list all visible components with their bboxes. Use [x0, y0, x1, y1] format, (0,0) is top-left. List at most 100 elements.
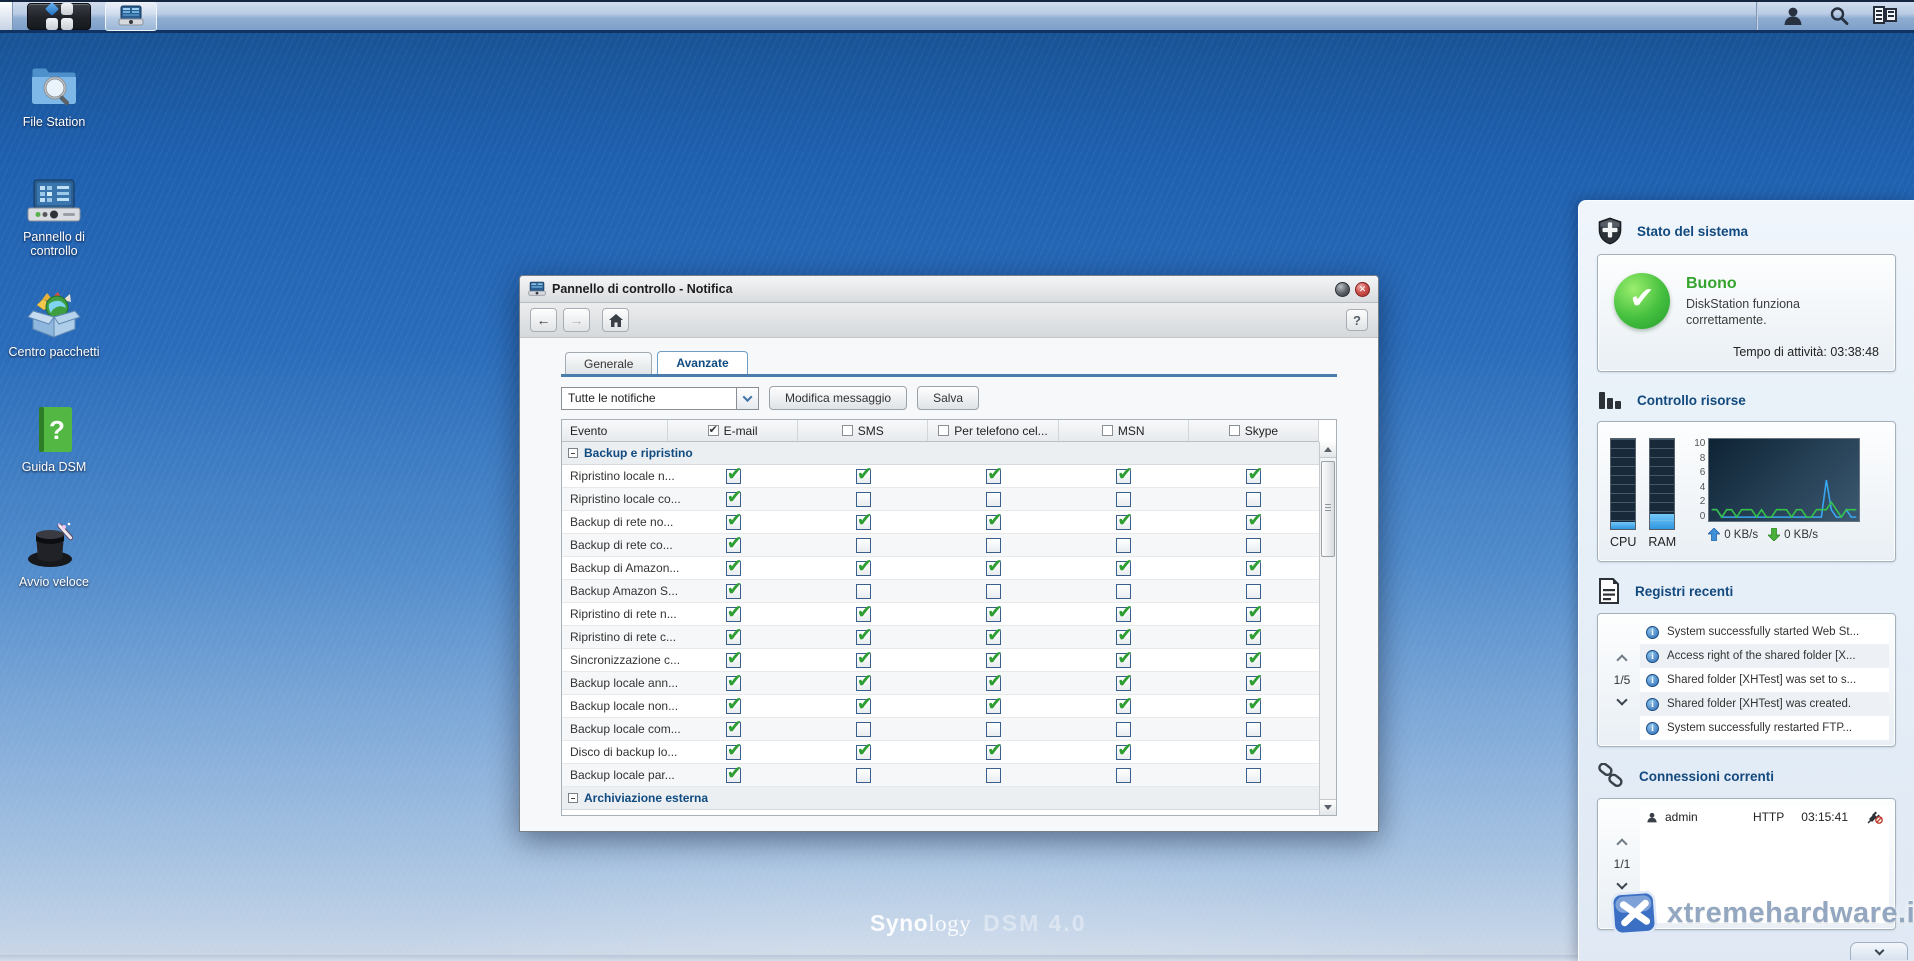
notification-checkbox[interactable] — [856, 768, 871, 783]
edit-message-button[interactable]: Modifica messaggio — [769, 386, 907, 410]
notification-filter-dropdown[interactable]: Tutte le notifiche — [561, 387, 759, 410]
collapse-icon[interactable] — [568, 793, 578, 803]
notification-checkbox[interactable] — [986, 630, 1001, 645]
pager-up-icon[interactable] — [1616, 838, 1627, 849]
notification-checkbox[interactable] — [986, 722, 1001, 737]
notification-checkbox[interactable] — [1116, 699, 1131, 714]
notification-checkbox[interactable] — [1116, 630, 1131, 645]
notification-checkbox[interactable] — [1246, 515, 1261, 530]
notification-checkbox[interactable] — [986, 745, 1001, 760]
notification-checkbox[interactable] — [856, 538, 871, 553]
desktop-icon-control-panel[interactable]: Pannello di controllo — [6, 172, 102, 258]
notification-checkbox[interactable] — [1246, 561, 1261, 576]
notification-checkbox[interactable] — [986, 469, 1001, 484]
help-button[interactable]: ? — [1346, 309, 1368, 331]
column-checkbox[interactable] — [842, 425, 853, 436]
notification-checkbox[interactable] — [1116, 584, 1131, 599]
log-entry[interactable]: iShared folder [XHTest] was created. — [1640, 692, 1889, 716]
notification-checkbox[interactable] — [986, 584, 1001, 599]
notification-checkbox[interactable] — [1246, 630, 1261, 645]
group-header-row[interactable]: Archiviazione esterna — [562, 787, 1319, 810]
scroll-down-button[interactable] — [1320, 799, 1336, 815]
column-checkbox[interactable] — [938, 425, 949, 436]
search-button[interactable] — [1822, 3, 1856, 29]
notification-checkbox[interactable] — [1116, 653, 1131, 668]
notification-checkbox[interactable] — [856, 469, 871, 484]
notification-checkbox[interactable] — [856, 653, 871, 668]
notification-checkbox[interactable] — [1116, 538, 1131, 553]
taskbar-window-button-control-panel[interactable] — [105, 2, 157, 31]
pager-down-icon[interactable] — [1616, 694, 1627, 705]
show-desktop-button[interactable] — [0, 2, 13, 30]
notification-checkbox[interactable] — [1246, 722, 1261, 737]
notification-checkbox[interactable] — [856, 584, 871, 599]
notification-checkbox[interactable] — [856, 676, 871, 691]
notification-checkbox[interactable] — [1116, 607, 1131, 622]
notification-checkbox[interactable] — [726, 676, 741, 691]
notification-checkbox[interactable] — [856, 722, 871, 737]
log-entry[interactable]: iSystem successfully started Web St... — [1640, 620, 1889, 644]
desktop-icon-dsm-help[interactable]: ? Guida DSM — [6, 402, 102, 474]
desktop-icon-package-center[interactable]: Centro pacchetti — [6, 287, 102, 359]
notification-checkbox[interactable] — [726, 469, 741, 484]
log-entry[interactable]: iSystem successfully restarted FTP... — [1640, 716, 1889, 740]
column-header-msn[interactable]: MSN — [1059, 420, 1189, 441]
notification-checkbox[interactable] — [726, 722, 741, 737]
notification-checkbox[interactable] — [1246, 676, 1261, 691]
notification-checkbox[interactable] — [856, 630, 871, 645]
notification-checkbox[interactable] — [726, 561, 741, 576]
desktop-icon-quick-start[interactable]: Avvio veloce — [6, 517, 102, 589]
window-titlebar[interactable]: Pannello di controllo - Notifica — [520, 276, 1378, 303]
notification-checkbox[interactable] — [1246, 469, 1261, 484]
main-menu-button[interactable] — [27, 3, 91, 30]
column-checkbox[interactable] — [1102, 425, 1113, 436]
vertical-scrollbar[interactable] — [1319, 442, 1336, 815]
notification-checkbox[interactable] — [1116, 515, 1131, 530]
column-checkbox[interactable] — [1229, 425, 1240, 436]
collapse-icon[interactable] — [568, 448, 578, 458]
notification-checkbox[interactable] — [1246, 584, 1261, 599]
column-header-per-telefono-cel-[interactable]: Per telefono cel... — [928, 420, 1058, 441]
notification-checkbox[interactable] — [726, 699, 741, 714]
disconnect-icon[interactable] — [1867, 810, 1883, 824]
notification-checkbox[interactable] — [1116, 561, 1131, 576]
notification-checkbox[interactable] — [726, 538, 741, 553]
notification-checkbox[interactable] — [856, 607, 871, 622]
notification-checkbox[interactable] — [726, 607, 741, 622]
column-header-e-mail[interactable]: E-mail — [668, 420, 798, 441]
connection-row[interactable]: adminHTTP03:15:41 — [1640, 805, 1889, 829]
notification-checkbox[interactable] — [1116, 469, 1131, 484]
notification-checkbox[interactable] — [1116, 492, 1131, 507]
notification-checkbox[interactable] — [986, 515, 1001, 530]
tab-generale[interactable]: Generale — [565, 352, 652, 374]
back-button[interactable]: ← — [530, 308, 557, 332]
notification-checkbox[interactable] — [1246, 745, 1261, 760]
notification-checkbox[interactable] — [1116, 722, 1131, 737]
log-entry[interactable]: iAccess right of the shared folder [X... — [1640, 644, 1889, 668]
column-checkbox[interactable] — [708, 425, 719, 436]
notification-checkbox[interactable] — [986, 653, 1001, 668]
home-button[interactable] — [602, 308, 629, 332]
notification-checkbox[interactable] — [1246, 653, 1261, 668]
notification-checkbox[interactable] — [856, 699, 871, 714]
notification-checkbox[interactable] — [986, 607, 1001, 622]
notification-checkbox[interactable] — [726, 653, 741, 668]
notification-checkbox[interactable] — [856, 561, 871, 576]
notification-checkbox[interactable] — [986, 538, 1001, 553]
group-header-row[interactable]: Backup e ripristino — [562, 442, 1319, 465]
notification-checkbox[interactable] — [856, 745, 871, 760]
log-entry[interactable]: iShared folder [XHTest] was set to s... — [1640, 668, 1889, 692]
notification-checkbox[interactable] — [1246, 699, 1261, 714]
sidebar-collapse-tab[interactable] — [1850, 942, 1908, 960]
column-header-evento[interactable]: Evento — [562, 420, 668, 441]
close-button[interactable] — [1355, 282, 1370, 297]
notification-checkbox[interactable] — [986, 768, 1001, 783]
desktop-icon-file-station[interactable]: File Station — [6, 57, 102, 129]
forward-button[interactable]: → — [563, 308, 590, 332]
notification-checkbox[interactable] — [726, 584, 741, 599]
column-header-skype[interactable]: Skype — [1189, 420, 1319, 441]
notification-checkbox[interactable] — [1246, 768, 1261, 783]
notification-checkbox[interactable] — [856, 515, 871, 530]
pilot-view-button[interactable] — [1868, 3, 1902, 29]
notification-checkbox[interactable] — [1246, 538, 1261, 553]
